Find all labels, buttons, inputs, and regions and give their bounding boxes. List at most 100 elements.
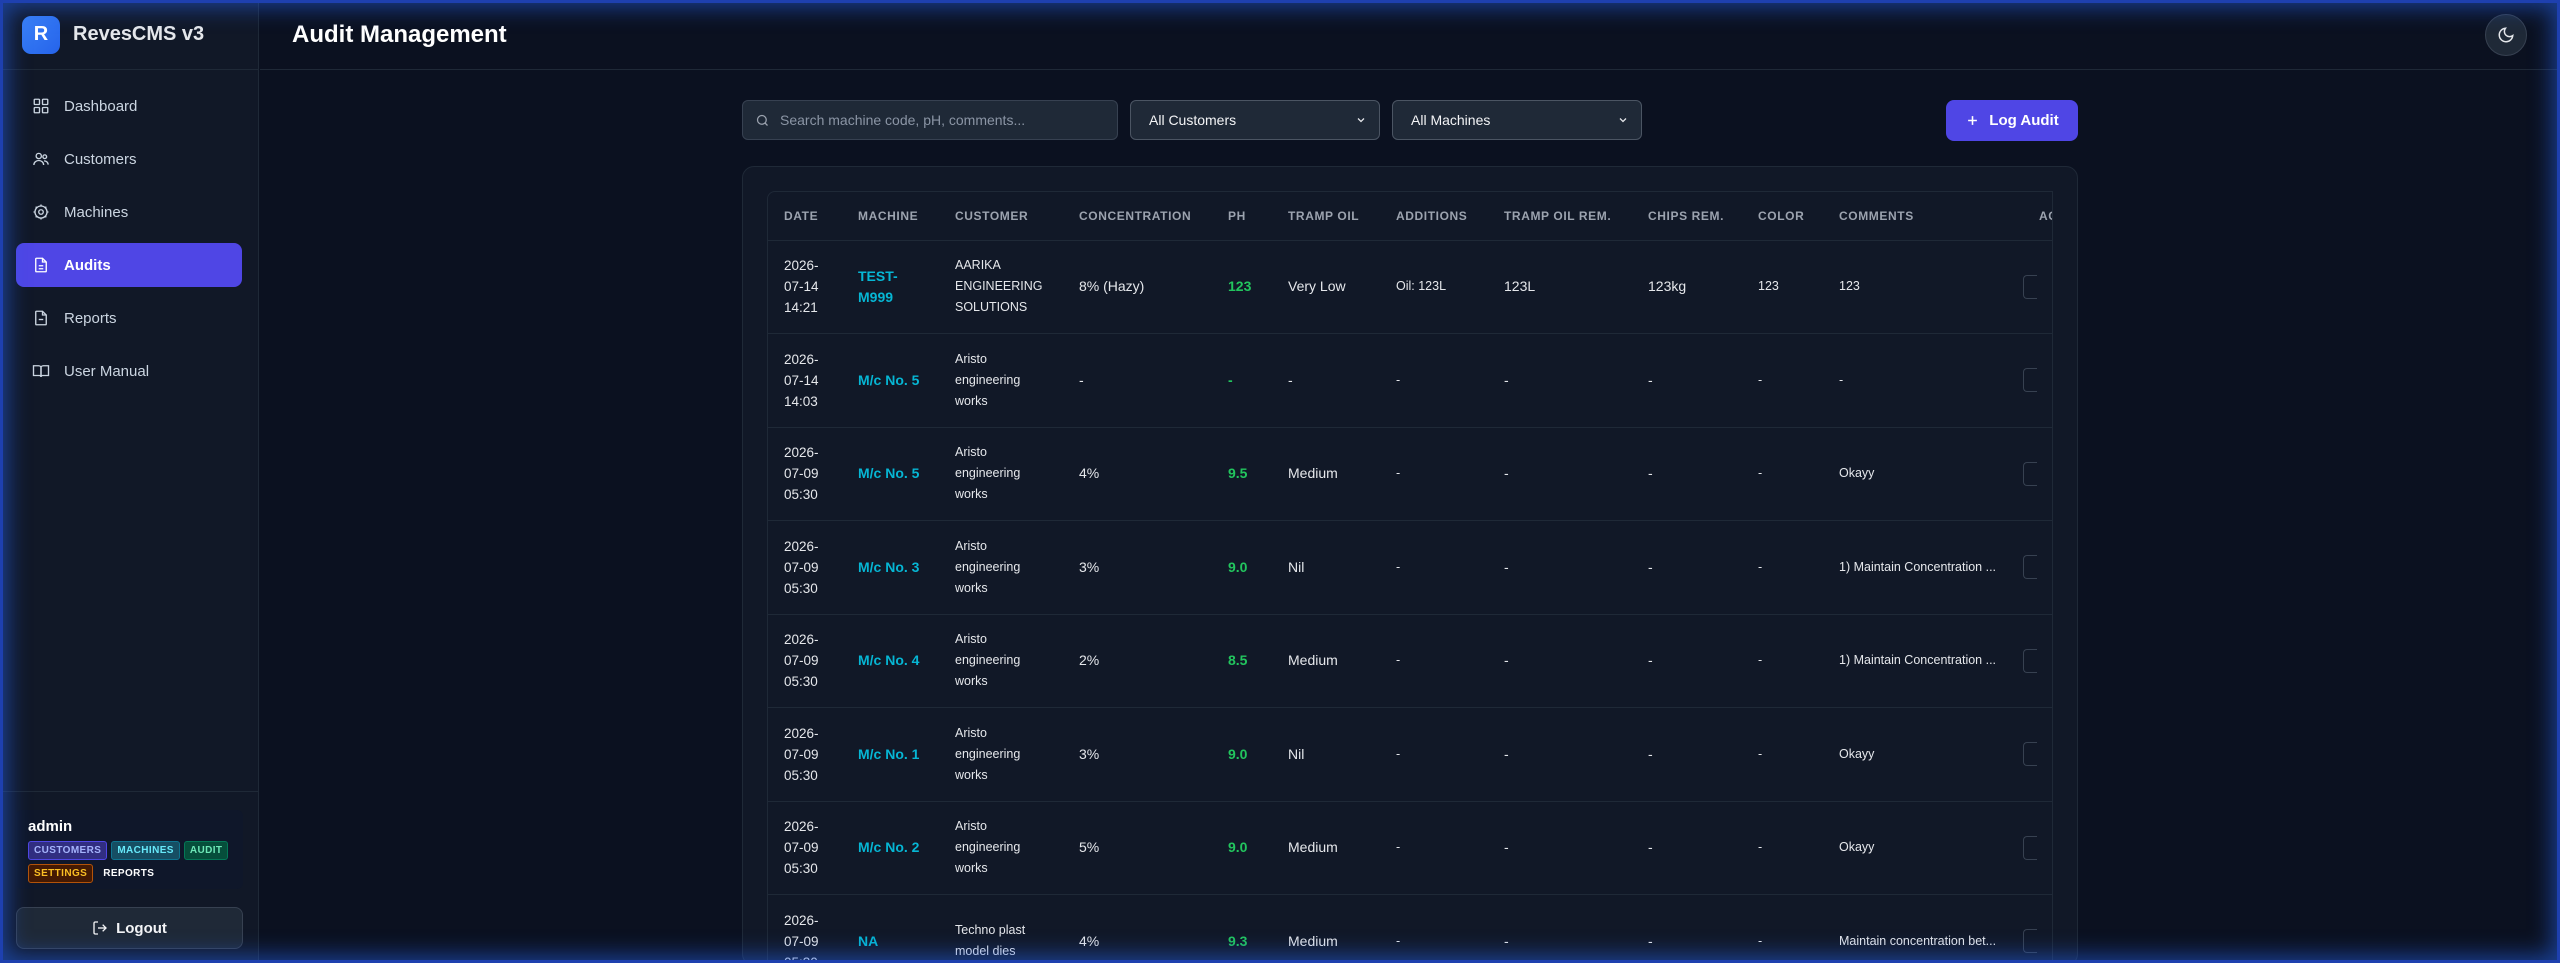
file-text-icon (32, 309, 50, 327)
row-action-button[interactable] (2023, 461, 2037, 486)
log-audit-button[interactable]: Log Audit (1946, 100, 2078, 141)
table-row[interactable]: 2026-07-14 14:21 TEST-M999 AARIKA ENGINE… (768, 240, 2052, 334)
column-header-customer[interactable]: Customer (939, 192, 1063, 241)
sidebar-item-reports[interactable]: Reports (16, 296, 242, 340)
theme-toggle-button[interactable] (2485, 14, 2527, 56)
table-row[interactable]: 2026-07-09 05:30 M/c No. 2 Aristo engine… (768, 801, 2052, 895)
book-icon (32, 362, 50, 380)
table-row[interactable]: 2026-07-09 05:30 M/c No. 4 Aristo engine… (768, 614, 2052, 708)
role-badges: CUSTOMERS MACHINES AUDIT SETTINGS REPORT… (28, 841, 231, 883)
sidebar-footer: admin CUSTOMERS MACHINES AUDIT SETTINGS … (0, 791, 259, 963)
sidebar-item-audits[interactable]: Audits (16, 243, 242, 287)
sidebar-item-user-manual[interactable]: User Manual (16, 349, 242, 393)
cell-tramp-oil: Medium (1272, 614, 1380, 708)
logout-button[interactable]: Logout (16, 907, 243, 949)
role-badge-customers: CUSTOMERS (28, 841, 108, 860)
cell-date: 2026-07-09 05:30 (768, 894, 842, 963)
cell-additions: - (1380, 520, 1488, 615)
cell-tramp-oil-rem: - (1488, 520, 1632, 615)
sidebar-item-label: Machines (64, 203, 129, 221)
table-row[interactable]: 2026-07-14 14:03 M/c No. 5 Aristo engine… (768, 333, 2052, 428)
audit-table-card: Date Machine Customer Concentration pH T… (742, 166, 2078, 963)
column-header-actions: Actions (2023, 192, 2052, 241)
cell-machine-link[interactable]: M/c No. 3 (842, 520, 939, 615)
table-row[interactable]: 2026-07-09 05:30 M/c No. 3 Aristo engine… (768, 520, 2052, 615)
cell-concentration: 4% (1063, 427, 1212, 521)
column-header-additions[interactable]: Additions (1380, 192, 1488, 241)
logout-icon (93, 921, 108, 935)
cell-tramp-oil: Medium (1272, 427, 1380, 521)
chevron-down-icon (1357, 118, 1365, 123)
row-action-button[interactable] (2023, 742, 2037, 767)
column-header-tramp-oil-rem[interactable]: Tramp Oil Rem. (1488, 192, 1632, 241)
cell-comments: Okayy (1823, 801, 2023, 895)
column-header-tramp-oil[interactable]: Tramp Oil (1272, 192, 1380, 241)
cell-tramp-oil-rem: - (1488, 427, 1632, 521)
plus-icon (1968, 116, 1978, 125)
cell-tramp-oil: Nil (1272, 520, 1380, 615)
cell-color: - (1742, 333, 1823, 428)
cell-date: 2026-07-09 05:30 (768, 707, 842, 802)
cell-concentration: 5% (1063, 801, 1212, 895)
cell-machine-link[interactable]: M/c No. 2 (842, 801, 939, 895)
cell-tramp-oil: Nil (1272, 707, 1380, 802)
cell-chips-rem: - (1632, 614, 1742, 708)
row-action-button[interactable] (2023, 648, 2037, 673)
cell-chips-rem: - (1632, 801, 1742, 895)
column-header-comments[interactable]: Comments (1823, 192, 2023, 241)
search-box (742, 100, 1118, 140)
sidebar-item-customers[interactable]: Customers (16, 137, 242, 181)
file-icon (32, 256, 50, 274)
column-header-machine[interactable]: Machine (842, 192, 939, 241)
column-header-concentration[interactable]: Concentration (1063, 192, 1212, 241)
row-action-button[interactable] (2023, 929, 2037, 954)
cell-chips-rem: 123kg (1632, 240, 1742, 334)
row-action-button[interactable] (2023, 274, 2037, 299)
sidebar-item-dashboard[interactable]: Dashboard (16, 84, 242, 128)
cell-ph: - (1212, 333, 1272, 428)
cell-machine-link[interactable]: TEST-M999 (842, 240, 939, 334)
cell-customer: Aristo engineering works (939, 614, 1063, 708)
cell-customer: AARIKA ENGINEERING SOLUTIONS (939, 240, 1063, 334)
cell-comments: 1) Maintain Concentration ... (1823, 520, 2023, 615)
sidebar: R RevesCMS v3 Dashboard Customers Machin… (0, 0, 259, 963)
cell-tramp-oil-rem: - (1488, 707, 1632, 802)
cell-customer: Aristo engineering works (939, 520, 1063, 615)
row-action-button[interactable] (2023, 835, 2037, 860)
customer-filter-select[interactable]: All Customers (1130, 100, 1380, 140)
cell-concentration: 3% (1063, 520, 1212, 615)
cell-date: 2026-07-14 14:03 (768, 333, 842, 428)
users-icon (32, 150, 50, 168)
cell-actions (2023, 520, 2052, 615)
cell-chips-rem: - (1632, 894, 1742, 963)
cell-machine-link[interactable]: M/c No. 5 (842, 427, 939, 521)
cell-ph: 9.0 (1212, 520, 1272, 615)
cell-machine-link[interactable]: M/c No. 1 (842, 707, 939, 802)
column-header-color[interactable]: Color (1742, 192, 1823, 241)
role-badge-audit: AUDIT (183, 841, 229, 860)
cell-date: 2026-07-09 05:30 (768, 520, 842, 615)
cell-machine-link[interactable]: M/c No. 4 (842, 614, 939, 708)
row-action-button[interactable] (2023, 368, 2037, 393)
sidebar-item-machines[interactable]: Machines (16, 190, 242, 234)
audit-table-scroll[interactable]: Date Machine Customer Concentration pH T… (767, 191, 2053, 963)
cell-machine-link[interactable]: M/c No. 5 (842, 333, 939, 428)
sidebar-item-label: User Manual (64, 362, 150, 380)
cell-tramp-oil-rem: - (1488, 614, 1632, 708)
row-action-button[interactable] (2023, 555, 2037, 580)
column-header-date[interactable]: Date (768, 192, 842, 241)
cell-tramp-oil: Medium (1272, 801, 1380, 895)
moon-icon (2498, 27, 2514, 43)
column-header-ph[interactable]: pH (1212, 192, 1272, 241)
cell-tramp-oil-rem: - (1488, 333, 1632, 428)
table-row[interactable]: 2026-07-09 05:30 NA Techno plast model d… (768, 894, 2052, 963)
machine-filter-select[interactable]: All Machines (1392, 100, 1642, 140)
table-row[interactable]: 2026-07-09 05:30 M/c No. 1 Aristo engine… (768, 707, 2052, 802)
cell-additions: - (1380, 894, 1488, 963)
cell-machine-link[interactable]: NA (842, 894, 939, 963)
customer-filter-value: All Customers (1149, 112, 1237, 128)
cell-additions: - (1380, 333, 1488, 428)
table-row[interactable]: 2026-07-09 05:30 M/c No. 5 Aristo engine… (768, 427, 2052, 521)
search-input[interactable] (780, 112, 1100, 128)
column-header-chips-rem[interactable]: Chips Rem. (1632, 192, 1742, 241)
